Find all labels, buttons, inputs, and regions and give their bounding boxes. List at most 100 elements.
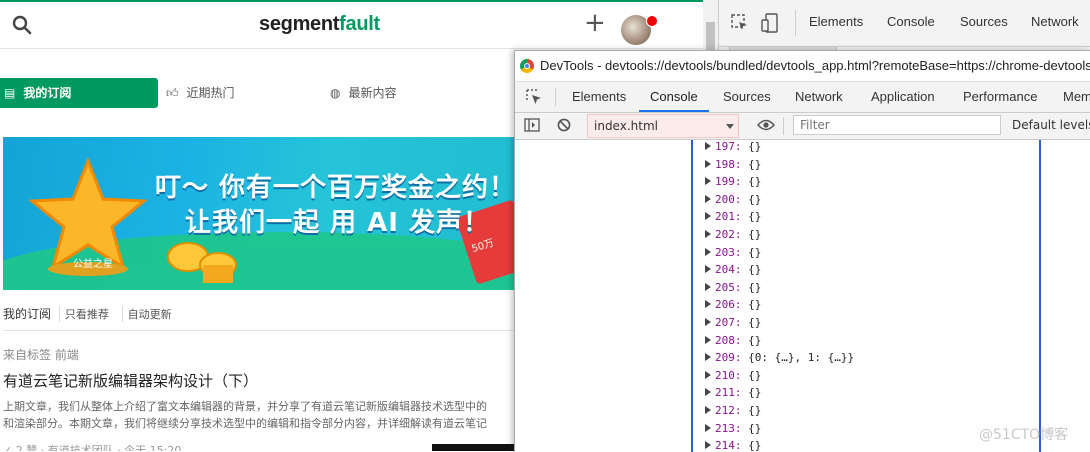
row-value: {} xyxy=(748,157,762,171)
console-row[interactable]: 207: {} xyxy=(705,314,854,332)
console-row[interactable]: 208: {} xyxy=(705,332,854,350)
tab-console[interactable]: Console xyxy=(639,82,709,112)
tab-application[interactable]: Application xyxy=(871,82,935,112)
inspect-element-icon[interactable] xyxy=(525,88,543,106)
row-index: 209: xyxy=(715,351,742,365)
device-toolbar-icon[interactable] xyxy=(761,13,779,33)
console-row[interactable]: 198: {} xyxy=(705,156,854,174)
context-label: index.html xyxy=(594,119,658,133)
subscription-icon: ▤ xyxy=(4,86,16,100)
console-output[interactable]: 197: {} 198: {} 199: {} 200: {} 201: {} 202: … xyxy=(515,140,1090,452)
log-levels-dropdown[interactable]: Default levels xyxy=(1012,118,1090,132)
console-row[interactable]: 214: {} xyxy=(705,437,854,452)
nav-item-latest[interactable]: ◍ 最新内容 xyxy=(330,78,397,108)
expand-triangle-icon[interactable] xyxy=(705,247,711,256)
site-logo[interactable]: segmentfault xyxy=(259,13,380,36)
article-source[interactable]: 来自标签 前端 xyxy=(3,346,79,363)
expand-triangle-icon[interactable] xyxy=(705,405,711,414)
console-frame: 197: {} 198: {} 199: {} 200: {} 201: {} 202: … xyxy=(691,140,1041,452)
expand-triangle-icon[interactable] xyxy=(705,353,711,362)
expand-triangle-icon[interactable] xyxy=(705,194,711,203)
console-row[interactable]: 199: {} xyxy=(705,173,854,191)
console-row[interactable]: 212: {} xyxy=(705,402,854,420)
console-row[interactable]: 204: {} xyxy=(705,261,854,279)
console-row[interactable]: 209: {0: {…}, 1: {…}} xyxy=(705,349,854,367)
dock-tab-network[interactable]: Network xyxy=(1031,14,1079,29)
window-title-bar[interactable]: DevTools - devtools://devtools/bundled/d… xyxy=(515,51,1090,82)
console-row[interactable]: 211: {} xyxy=(705,384,854,402)
row-index: 212: xyxy=(715,403,742,417)
feed-tab-subscriptions[interactable]: 我的订阅 xyxy=(3,305,51,322)
tab-elements[interactable]: Elements xyxy=(572,82,626,112)
row-value: {} xyxy=(748,333,762,347)
scrollbar-thumb[interactable] xyxy=(706,22,715,52)
expand-triangle-icon[interactable] xyxy=(705,300,711,309)
article-title[interactable]: 有道云笔记新版编辑器架构设计（下） xyxy=(3,370,258,391)
filter-input[interactable] xyxy=(793,115,1001,135)
toolbar-divider xyxy=(555,88,556,106)
expand-triangle-icon[interactable] xyxy=(705,142,711,150)
plus-icon[interactable]: + xyxy=(584,10,606,36)
row-value: {} xyxy=(748,210,762,224)
expand-triangle-icon[interactable] xyxy=(705,370,711,379)
console-row[interactable]: 203: {} xyxy=(705,244,854,262)
eye-icon[interactable] xyxy=(757,119,775,131)
expand-triangle-icon[interactable] xyxy=(705,388,711,397)
console-row[interactable]: 200: {} xyxy=(705,191,854,209)
tab-sources[interactable]: Sources xyxy=(723,82,771,112)
expand-triangle-icon[interactable] xyxy=(705,229,711,238)
sidebar-toggle-icon[interactable] xyxy=(524,118,540,132)
article-thumbnail xyxy=(432,444,522,451)
console-row[interactable]: 206: {} xyxy=(705,296,854,314)
row-index: 210: xyxy=(715,368,742,382)
console-row[interactable]: 205: {} xyxy=(705,279,854,297)
expand-triangle-icon[interactable] xyxy=(705,335,711,344)
console-row[interactable]: 197: {} xyxy=(705,138,854,156)
promo-banner[interactable]: 叮～ 你有一个百万奖金之约！ 让我们一起 用 AI 发声！ 公益之星 50万 xyxy=(3,137,523,290)
expand-triangle-icon[interactable] xyxy=(705,159,711,168)
clear-console-icon[interactable] xyxy=(557,118,571,132)
row-value: {} xyxy=(748,192,762,206)
console-row[interactable]: 202: {} xyxy=(705,226,854,244)
nav-item-hot[interactable]: 👍︎ 近期热门 xyxy=(166,78,235,108)
search-icon[interactable] xyxy=(12,15,32,35)
tab-network[interactable]: Network xyxy=(795,82,843,112)
console-toolbar: index.html Default levels xyxy=(515,113,1090,140)
coins-icon xyxy=(167,242,237,283)
expand-triangle-icon[interactable] xyxy=(705,212,711,221)
expand-triangle-icon[interactable] xyxy=(705,423,711,432)
console-row[interactable]: 213: {} xyxy=(705,420,854,438)
feed-tab-auto-update[interactable]: 自动更新 xyxy=(121,306,177,322)
tab-performance[interactable]: Performance xyxy=(963,82,1037,112)
banner-subheadline: 让我们一起 用 AI 发声！ xyxy=(185,208,490,238)
dock-tab-elements[interactable]: Elements xyxy=(809,14,863,29)
feed-tab-recommended[interactable]: 只看推荐 xyxy=(58,306,114,322)
row-value: {} xyxy=(748,315,762,329)
watermark: @51CTO博客 xyxy=(979,427,1069,443)
nav-item-subscriptions[interactable]: ▤ 我的订阅 xyxy=(0,78,158,108)
dock-tab-sources[interactable]: Sources xyxy=(960,14,1008,29)
inspect-element-icon[interactable] xyxy=(731,14,749,32)
expand-triangle-icon[interactable] xyxy=(705,317,711,326)
expand-triangle-icon[interactable] xyxy=(705,265,711,274)
console-row[interactable]: 201: {} xyxy=(705,208,854,226)
console-row[interactable]: 210: {} xyxy=(705,367,854,385)
docked-devtools-toolbar: Elements Console Sources Network xyxy=(719,0,1090,47)
row-value: {} xyxy=(748,140,762,153)
row-value: {} xyxy=(748,263,762,277)
row-value: {} xyxy=(748,421,762,435)
row-value: {} xyxy=(748,403,762,417)
row-index: 214: xyxy=(715,439,742,452)
expand-triangle-icon[interactable] xyxy=(705,177,711,186)
article-excerpt: 上期文章，我们从整体上介绍了富文本编辑器的背景，并分享了有道云笔记新版编辑器技术… xyxy=(3,400,487,413)
nav-item-label: 我的订阅 xyxy=(23,86,72,100)
row-index: 202: xyxy=(715,227,742,241)
dock-tab-console[interactable]: Console xyxy=(887,14,935,29)
tab-memory[interactable]: Mem xyxy=(1063,82,1090,112)
context-selector[interactable]: index.html xyxy=(587,114,739,138)
logo-text-green: fault xyxy=(339,13,380,35)
row-value: {} xyxy=(748,386,762,400)
logo-text-dark: segment xyxy=(259,13,340,35)
expand-triangle-icon[interactable] xyxy=(705,441,711,450)
expand-triangle-icon[interactable] xyxy=(705,282,711,291)
